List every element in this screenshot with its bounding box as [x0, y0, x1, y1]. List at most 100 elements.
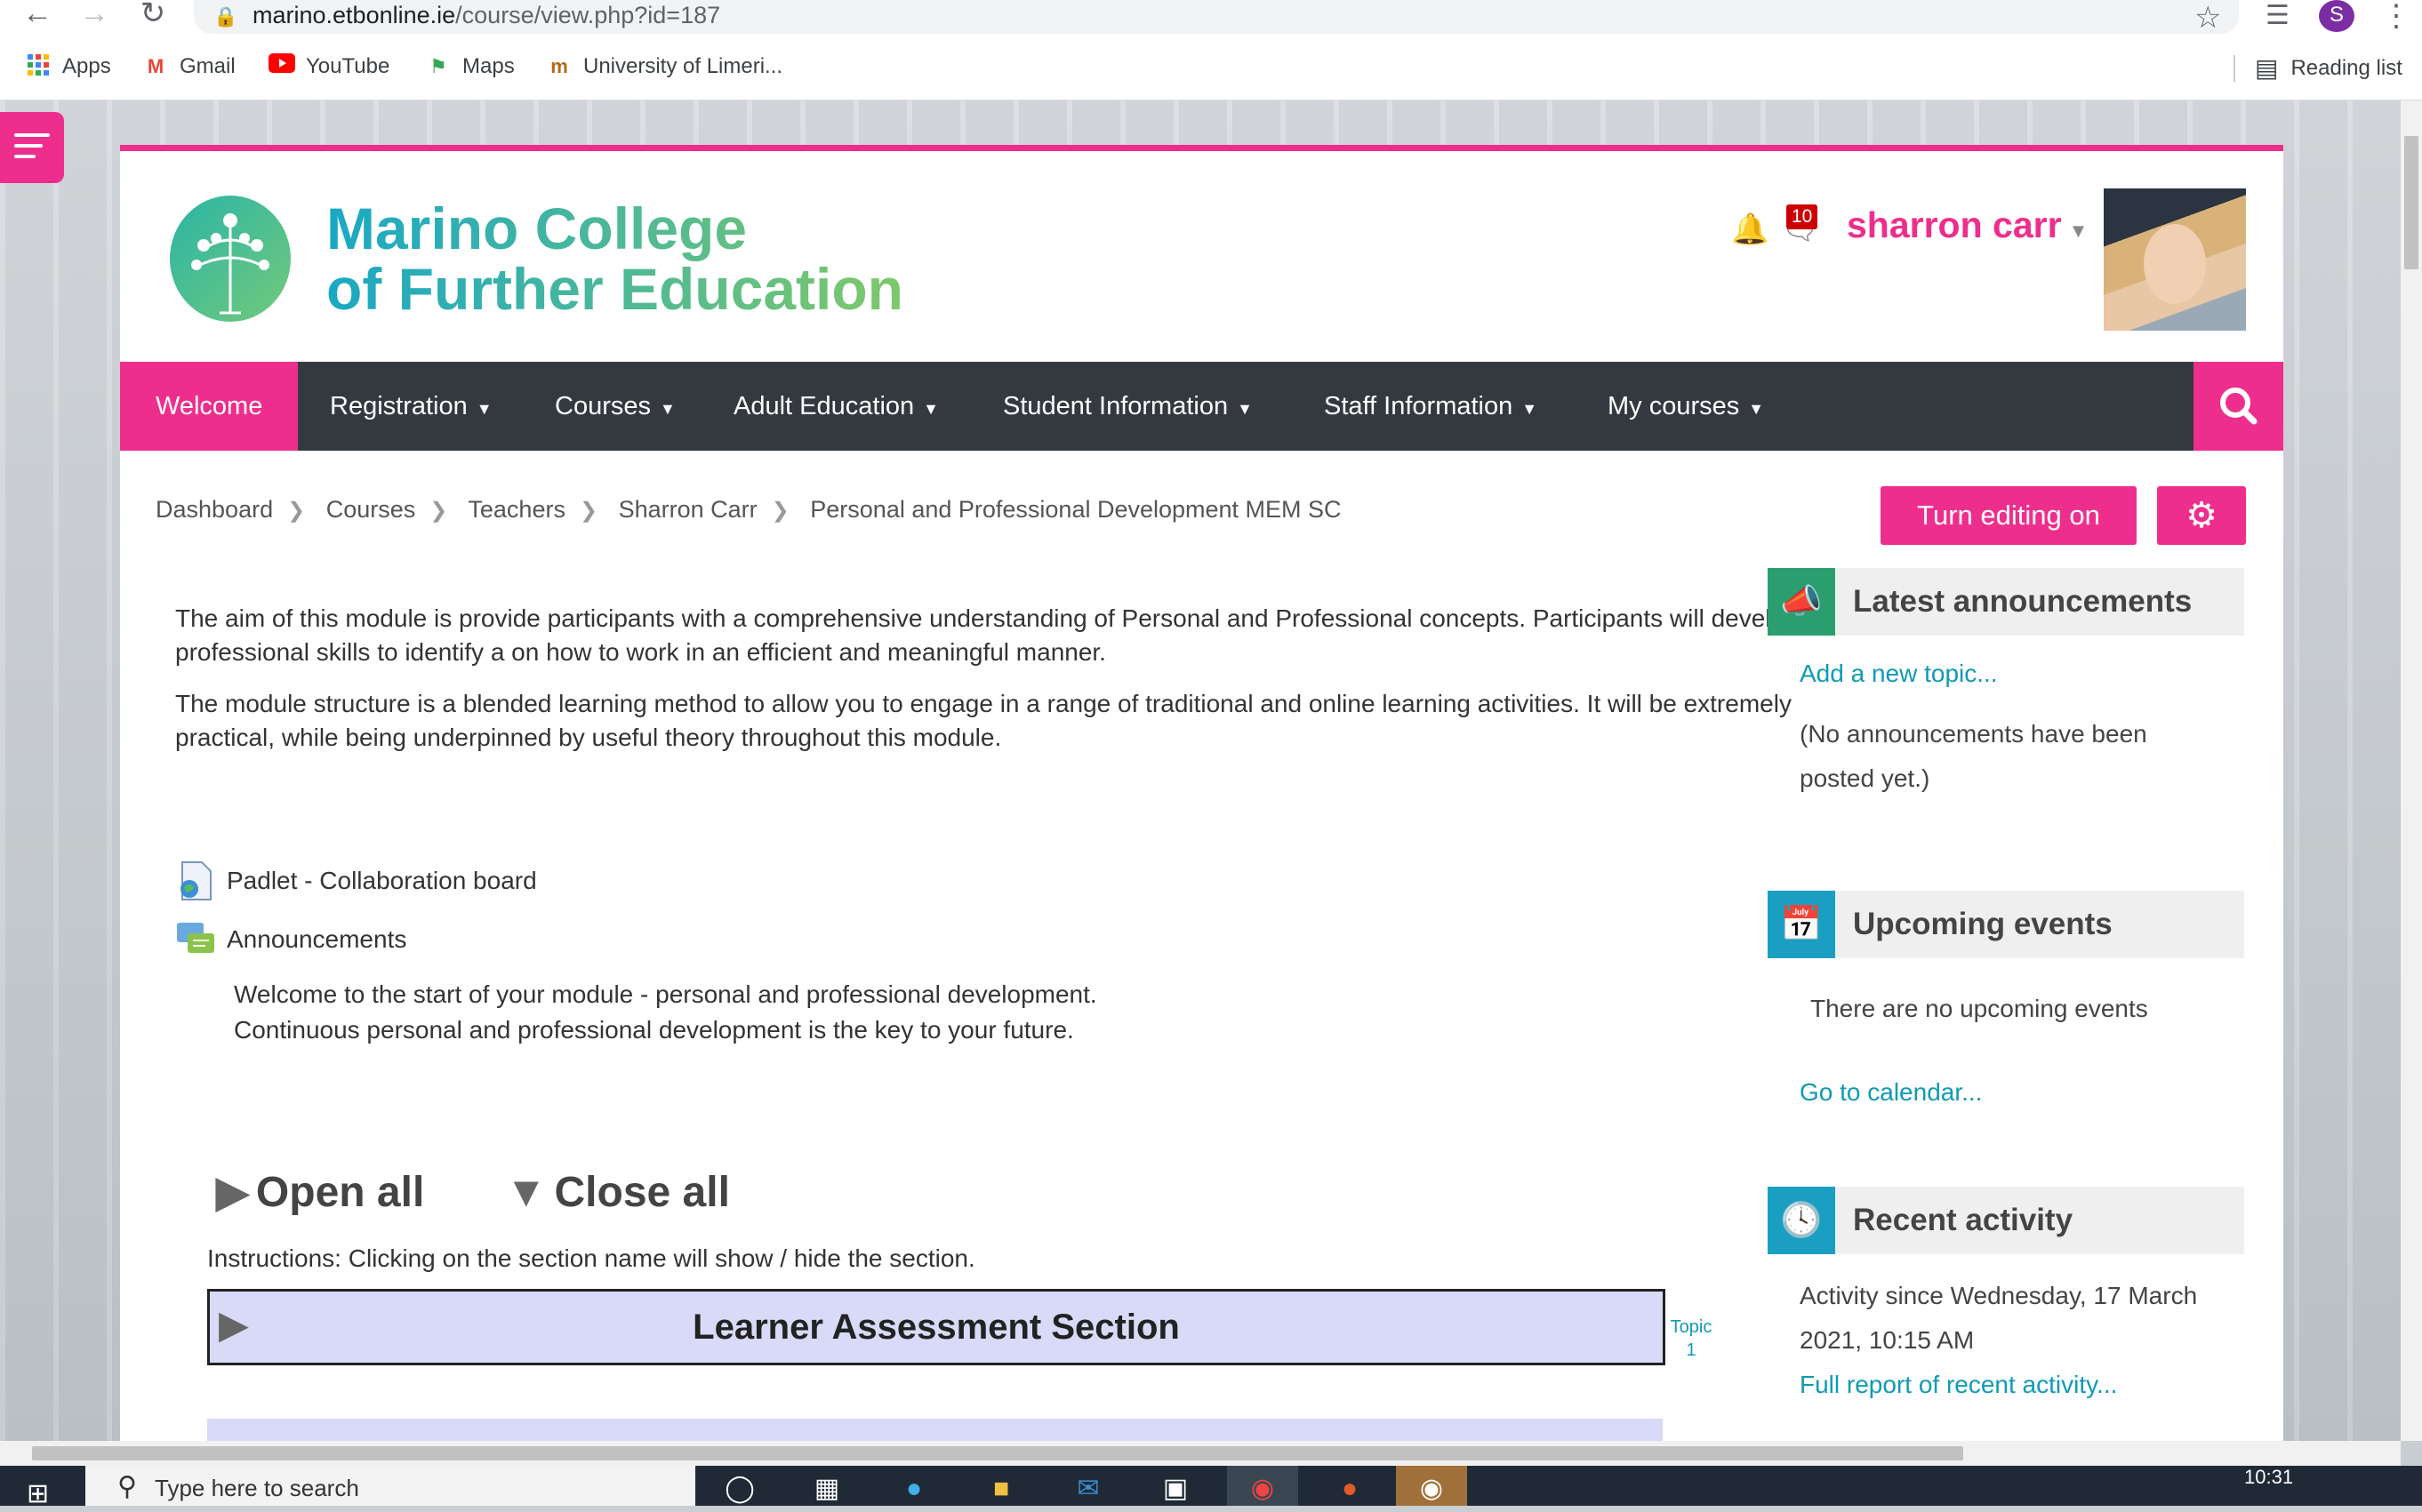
chevron-right-icon: ❯ — [287, 499, 306, 523]
nav-my-courses[interactable]: My courses ▼ — [1608, 362, 1764, 451]
block-upcoming-events: 📅 Upcoming events There are no upcoming … — [1768, 891, 2244, 1132]
bookmark-university[interactable]: m University of Limeri... — [546, 53, 782, 80]
search-icon: ⚲ — [117, 1472, 137, 1501]
breadcrumb-teachers[interactable]: Teachers — [468, 496, 565, 523]
block-latest-announcements: 📣 Latest announcements Add a new topic..… — [1768, 568, 2244, 819]
nav-courses[interactable]: Courses ▼ — [555, 362, 676, 451]
block-header: 📣 Latest announcements — [1768, 568, 2244, 636]
nav-adult-education[interactable]: Adult Education ▼ — [734, 362, 939, 451]
nav-student-information[interactable]: Student Information ▼ — [1003, 362, 1253, 451]
bell-icon[interactable]: 🔔 — [1731, 212, 1768, 247]
lamp-post-logo-icon — [170, 196, 291, 322]
triangle-right-icon: ▶ — [216, 1169, 249, 1216]
nav-drawer-toggle[interactable] — [0, 112, 64, 183]
course-page: Marino College of Further Education 🔔 🗨 … — [120, 145, 2283, 1447]
apps-grid-icon — [25, 53, 52, 80]
reading-list-icon: ▤ — [2255, 54, 2279, 82]
chevron-down-icon: ▼ — [660, 400, 676, 418]
college-logo[interactable]: Marino College of Further Education — [170, 196, 903, 322]
topic-link[interactable]: Topic 1 — [1664, 1316, 1718, 1362]
taskbar-clock[interactable]: 10:31 — [2244, 1466, 2293, 1489]
chevron-down-icon: ▼ — [476, 400, 493, 418]
gear-icon: ⚙ — [2185, 496, 2217, 535]
course-settings-button[interactable]: ⚙ — [2157, 486, 2246, 545]
chevron-down-icon: ▼ — [2068, 220, 2089, 242]
section-instructions: Instructions: Clicking on the section na… — [207, 1244, 975, 1272]
maps-icon: ⚑ — [429, 55, 447, 77]
horizontal-scrollbar[interactable] — [0, 1441, 2401, 1466]
address-bar[interactable]: 🔒 marino.etbonline.ie/course/view.php?id… — [194, 0, 2239, 34]
browser-menu-icon[interactable]: ⋮ — [2381, 0, 2411, 34]
chevron-down-icon: ▼ — [923, 400, 939, 418]
reading-list-button[interactable]: ▤ Reading list — [2255, 53, 2402, 83]
block-recent-activity: 🕓 Recent activity Activity since Wednesd… — [1768, 1187, 2244, 1425]
breadcrumb-course[interactable]: Personal and Professional Development ME… — [810, 496, 1341, 523]
url-text: marino.etbonline.ie/course/view.php?id=1… — [253, 2, 721, 28]
bookmark-star-icon[interactable]: ☆ — [2194, 0, 2221, 36]
course-summary: The aim of this module is provide partic… — [175, 602, 1820, 772]
chevron-right-icon: ❯ — [771, 499, 790, 523]
activity-padlet[interactable]: Padlet - Collaboration board — [175, 860, 537, 901]
youtube-icon — [269, 53, 295, 80]
back-arrow-icon[interactable]: ← — [18, 0, 57, 32]
megaphone-icon: 📣 — [1768, 568, 1835, 636]
powerpoint-icon[interactable]: ● — [1314, 1466, 1385, 1506]
nav-staff-information[interactable]: Staff Information ▼ — [1324, 362, 1537, 451]
message-count-badge: 10 — [1786, 204, 1818, 229]
forum-icon — [177, 923, 214, 953]
bookmark-maps[interactable]: ⚑ Maps — [425, 53, 515, 80]
no-announcements-text: (No announcements have been posted yet.) — [1800, 720, 2147, 792]
media-control-icon[interactable]: ☰ — [2266, 0, 2298, 30]
chevron-down-icon: ▼ — [1521, 400, 1538, 418]
section-learner-assessment[interactable]: ▶ Learner Assessment Section — [207, 1289, 1665, 1365]
user-menu[interactable]: sharron carr ▼ — [1847, 204, 2088, 246]
clock-icon: 🕓 — [1768, 1187, 1835, 1254]
taskbar-search-input[interactable]: ⚲ Type here to search — [85, 1466, 695, 1506]
chevron-right-icon: ❯ — [429, 499, 448, 523]
block-header: 📅 Upcoming events — [1768, 891, 2244, 958]
vertical-scrollbar[interactable] — [2401, 100, 2422, 1441]
calendar-icon: 📅 — [1768, 891, 1835, 958]
app-icon[interactable]: ◉ — [1396, 1466, 1467, 1506]
full-report-link[interactable]: Full report of recent activity... — [1800, 1363, 2212, 1407]
breadcrumb-teacher[interactable]: Sharron Carr — [619, 496, 758, 523]
nav-welcome[interactable]: Welcome — [120, 362, 299, 451]
go-to-calendar-link[interactable]: Go to calendar... — [1800, 1070, 2212, 1115]
close-all-button[interactable]: ▼ Close all — [505, 1169, 730, 1216]
cortana-icon[interactable]: ◯ — [704, 1466, 775, 1506]
mail-icon[interactable]: ✉ — [1053, 1466, 1124, 1506]
bookmark-apps[interactable]: Apps — [25, 53, 111, 80]
college-name: Marino College of Further Education — [326, 196, 903, 322]
search-button[interactable] — [2193, 362, 2283, 451]
bookmark-youtube[interactable]: YouTube — [269, 53, 389, 80]
chrome-icon[interactable]: ◉ — [1227, 1466, 1298, 1506]
breadcrumb: Dashboard ❯ Courses ❯ Teachers ❯ Sharron Ca… — [156, 496, 1342, 524]
profile-avatar[interactable]: S — [2319, 0, 2354, 32]
no-events-text: There are no upcoming events — [1810, 995, 2148, 1022]
activity-since-text: Activity since Wednesday, 17 March 2021,… — [1800, 1282, 2198, 1354]
open-all-button[interactable]: ▶ Open all — [216, 1169, 424, 1216]
forward-arrow-icon[interactable]: → — [75, 0, 114, 32]
edge-icon[interactable]: ● — [878, 1466, 950, 1506]
url-resource-icon — [180, 861, 212, 900]
bookmark-gmail[interactable]: M Gmail — [142, 53, 236, 80]
block-header: 🕓 Recent activity — [1768, 1187, 2244, 1254]
add-new-topic-link[interactable]: Add a new topic... — [1800, 652, 2212, 696]
university-icon: m — [550, 55, 568, 77]
summary-paragraph: The module structure is a blended learni… — [175, 690, 1792, 751]
reload-icon[interactable]: ↻ — [133, 0, 172, 32]
activity-announcements[interactable]: Announcements — [175, 919, 406, 960]
summary-paragraph: The aim of this module is provide partic… — [175, 604, 1799, 666]
breadcrumb-courses[interactable]: Courses — [326, 496, 416, 523]
windows-start-icon[interactable]: ⊞ — [27, 1478, 49, 1509]
store-icon[interactable]: ▣ — [1140, 1466, 1211, 1506]
search-icon — [2220, 388, 2258, 425]
breadcrumb-dashboard[interactable]: Dashboard — [156, 496, 273, 523]
turn-editing-on-button[interactable]: Turn editing on — [1881, 486, 2137, 545]
user-avatar[interactable] — [2104, 188, 2246, 331]
chevron-right-icon: ❯ — [579, 499, 598, 523]
announcements-description: Welcome to the start of your module - pe… — [234, 980, 1097, 1044]
task-view-icon[interactable]: ▦ — [791, 1466, 862, 1506]
nav-registration[interactable]: Registration ▼ — [330, 362, 493, 451]
file-explorer-icon[interactable]: ■ — [966, 1466, 1037, 1506]
